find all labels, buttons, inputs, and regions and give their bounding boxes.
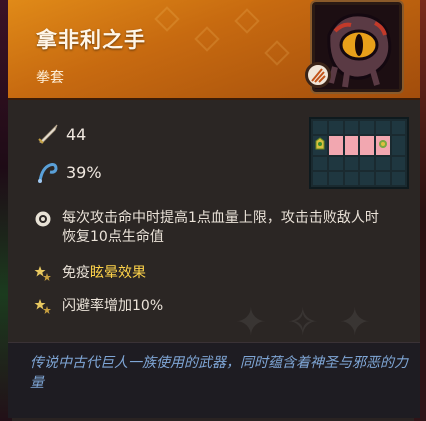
effect-text: 免疫眩晕效果 bbox=[62, 264, 392, 283]
crit-stat: 39% bbox=[36, 160, 102, 184]
grid-cell bbox=[391, 136, 405, 155]
grid-cell bbox=[391, 157, 405, 170]
target-icon bbox=[34, 210, 52, 228]
grid-cell bbox=[391, 121, 405, 134]
effect-lifesteal: 每次攻击命中时提高1点血量上限，攻击击败敌人时恢复10点生命值 bbox=[34, 209, 392, 247]
effect-prefix: 免疫 bbox=[62, 265, 90, 281]
claw-slash-icon bbox=[305, 62, 331, 88]
grid-cell bbox=[313, 157, 327, 170]
effect-keyword: 眩晕效果 bbox=[90, 265, 146, 281]
grid-cell bbox=[344, 121, 358, 134]
item-name: 拿非利之手 bbox=[36, 28, 146, 52]
grid-cell bbox=[329, 172, 343, 185]
header-diamond-pattern bbox=[264, 40, 290, 66]
grid-cell bbox=[344, 157, 358, 170]
damage-value: 44 bbox=[66, 124, 87, 144]
grid-cell-gem bbox=[313, 136, 327, 155]
header-diamond-pattern bbox=[154, 6, 180, 32]
grid-cell bbox=[375, 121, 390, 134]
item-tooltip-card: 拿非利之手 拳套 44 39% 每次攻击命中时提高1点血量上限，攻击击败敌人时恢… bbox=[0, 0, 426, 421]
effect-prefix: 闪避率 bbox=[62, 298, 104, 314]
damage-stat: 44 bbox=[36, 122, 86, 146]
item-type: 拳套 bbox=[36, 70, 64, 86]
grid-cell bbox=[391, 172, 405, 185]
grid-cell-occupied bbox=[360, 136, 374, 155]
grid-cell bbox=[360, 121, 374, 134]
flavor-panel: 传说中古代巨人一族使用的武器，同时蕴含着神圣与邪恶的力量 bbox=[8, 342, 420, 418]
grid-cell bbox=[360, 172, 374, 185]
grid-cell-occupied bbox=[329, 136, 343, 155]
effect-stun-immunity: 免疫眩晕效果 bbox=[34, 264, 392, 283]
header-diamond-pattern bbox=[234, 8, 260, 34]
grid-cell-flower bbox=[375, 136, 390, 155]
stars-icon bbox=[34, 265, 52, 283]
grid-cell bbox=[375, 157, 390, 170]
grid-cell bbox=[313, 121, 327, 134]
sword-icon bbox=[36, 122, 60, 146]
grid-cell-occupied bbox=[344, 136, 358, 155]
watermark: ✦ ✧ ✦ bbox=[235, 300, 375, 344]
whip-crit-icon bbox=[36, 160, 60, 184]
flavor-text: 传说中古代巨人一族使用的武器，同时蕴含着神圣与邪恶的力量 bbox=[30, 355, 408, 391]
effect-suffix: 增加10% bbox=[104, 298, 164, 314]
crit-value: 39% bbox=[66, 162, 102, 182]
grid-cell bbox=[313, 172, 327, 185]
grid-cell bbox=[329, 157, 343, 170]
grid-cell bbox=[360, 157, 374, 170]
stars-icon bbox=[34, 298, 52, 316]
header-diamond-pattern bbox=[194, 26, 220, 52]
grid-cell bbox=[329, 121, 343, 134]
effect-text: 每次攻击命中时提高1点血量上限，攻击击败敌人时恢复10点生命值 bbox=[62, 210, 379, 245]
grid-cell bbox=[375, 172, 390, 185]
inventory-shape-grid bbox=[309, 117, 409, 189]
grid-cell bbox=[344, 172, 358, 185]
